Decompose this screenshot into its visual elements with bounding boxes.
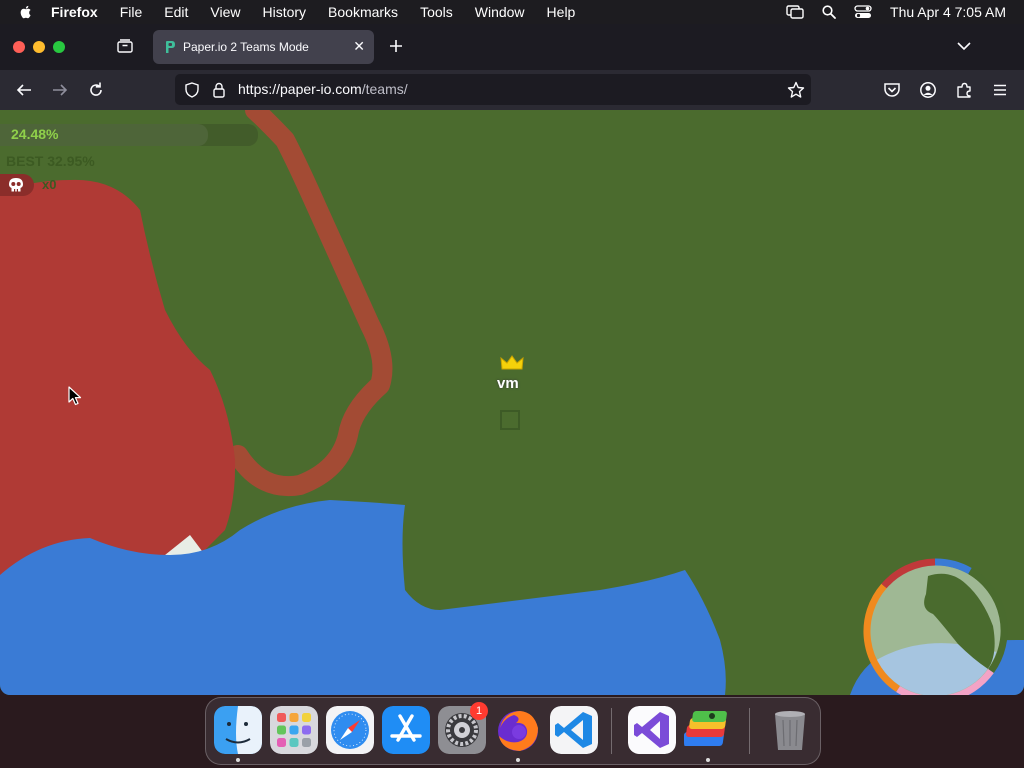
url-path: /teams/ — [361, 81, 408, 97]
menu-history[interactable]: History — [262, 4, 306, 20]
firefox-view-icon[interactable] — [116, 38, 134, 54]
dock-safari-icon[interactable] — [326, 706, 374, 754]
new-tab-icon[interactable] — [387, 37, 405, 55]
url-text[interactable]: https://paper-io.com/teams/ — [238, 81, 408, 97]
game-canvas[interactable]: 24.48% BEST 32.95% x0 vm — [0, 110, 1024, 695]
settings-notification-badge: 1 — [470, 702, 488, 720]
tab-title: Paper.io 2 Teams Mode — [183, 40, 309, 54]
menu-help[interactable]: Help — [547, 4, 576, 20]
tab-paper-io[interactable]: Paper.io 2 Teams Mode ✕ — [153, 30, 374, 64]
lock-icon[interactable] — [212, 82, 226, 98]
dock-firefox-icon[interactable] — [494, 706, 542, 754]
minimap — [863, 558, 1008, 695]
paper-io-favicon-icon — [166, 41, 175, 53]
player-avatar — [500, 410, 520, 430]
control-center-icon[interactable] — [854, 5, 872, 19]
extensions-puzzle-icon[interactable] — [955, 81, 973, 99]
account-icon[interactable] — [919, 81, 937, 99]
menu-bookmarks[interactable]: Bookmarks — [328, 4, 398, 20]
navigation-toolbar: https://paper-io.com/teams/ — [0, 70, 1024, 110]
menu-window[interactable]: Window — [475, 4, 525, 20]
bluestacks-running-indicator — [706, 758, 710, 762]
dock-bluestacks-icon[interactable] — [684, 706, 732, 754]
kills-badge — [0, 174, 34, 196]
firefox-running-indicator — [516, 758, 520, 762]
apple-logo-icon[interactable] — [18, 4, 34, 20]
url-host: https://paper-io.com — [238, 81, 362, 97]
crown-icon — [500, 355, 524, 370]
forward-arrow-icon[interactable] — [51, 81, 69, 99]
back-arrow-icon[interactable] — [15, 81, 33, 99]
skull-icon — [9, 178, 23, 192]
tab-close-icon[interactable]: ✕ — [353, 38, 365, 55]
mouse-cursor-icon — [68, 386, 82, 406]
dock-trash-icon[interactable] — [766, 706, 814, 754]
bookmark-star-icon[interactable] — [787, 81, 805, 99]
minimize-window-button[interactable] — [33, 41, 45, 53]
kills-count: x0 — [42, 177, 57, 192]
dock-app-store-icon[interactable] — [382, 706, 430, 754]
list-all-tabs-chevron-icon[interactable] — [956, 40, 972, 52]
player-name: vm — [497, 375, 519, 392]
menu-file[interactable]: File — [120, 4, 143, 20]
close-window-button[interactable] — [13, 41, 25, 53]
dock-finder-icon[interactable] — [214, 706, 262, 754]
fullscreen-window-button[interactable] — [53, 41, 65, 53]
menu-tools[interactable]: Tools — [420, 4, 453, 20]
best-score: BEST 32.95% — [6, 153, 95, 169]
reload-icon[interactable] — [87, 81, 105, 99]
finder-running-indicator — [236, 758, 240, 762]
pocket-icon[interactable] — [883, 81, 901, 99]
dock-launchpad-icon[interactable] — [270, 706, 318, 754]
screen-mirroring-icon[interactable] — [786, 5, 804, 19]
menubar-clock[interactable]: Thu Apr 4 7:05 AM — [890, 4, 1006, 20]
red-team-territory — [0, 179, 236, 575]
menu-view[interactable]: View — [210, 4, 240, 20]
tracking-protection-shield-icon[interactable] — [185, 82, 199, 98]
browser-window: Paper.io 2 Teams Mode ✕ https://paper-io… — [0, 24, 1024, 695]
spotlight-search-icon[interactable] — [822, 5, 836, 19]
tab-bar: Paper.io 2 Teams Mode ✕ — [0, 24, 1024, 70]
territory-percent: 24.48% — [11, 126, 59, 142]
red-trail — [228, 110, 393, 497]
url-bar[interactable]: https://paper-io.com/teams/ — [175, 74, 811, 105]
dock-separator — [611, 708, 612, 754]
dock-vscode-icon[interactable] — [550, 706, 598, 754]
dock-separator — [749, 708, 750, 754]
menu-app-name[interactable]: Firefox — [51, 4, 98, 20]
dock: 1 — [205, 697, 821, 765]
menu-edit[interactable]: Edit — [164, 4, 188, 20]
menu-bar: Firefox File Edit View History Bookmarks… — [0, 0, 1024, 24]
hamburger-menu-icon[interactable] — [991, 81, 1009, 99]
dock-visual-studio-icon[interactable] — [628, 706, 676, 754]
